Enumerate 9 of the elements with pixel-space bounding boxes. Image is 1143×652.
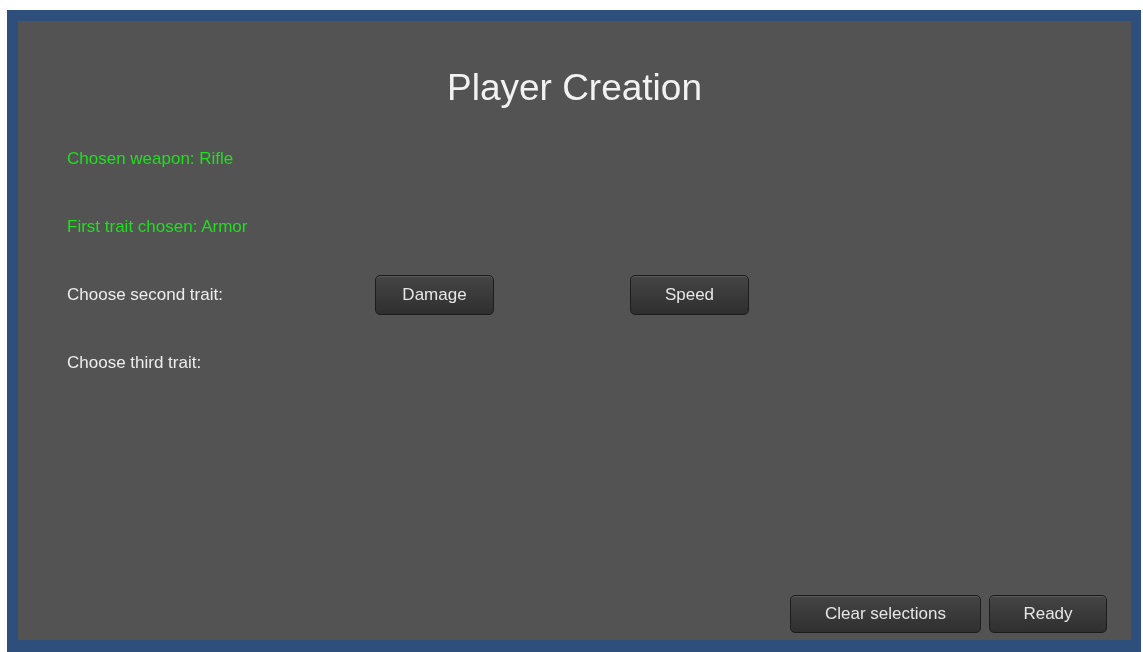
status-text: First trait chosen: Armor xyxy=(67,216,248,239)
prompt-label: Choose second trait: xyxy=(67,284,224,307)
prompt-label: Choose third trait: xyxy=(67,352,203,375)
screen-title: Player Creation xyxy=(447,66,702,110)
status-text: Chosen weapon: Rifle xyxy=(67,148,234,171)
trait-button[interactable]: Speed xyxy=(630,275,749,315)
trait-button[interactable]: Damage xyxy=(375,275,494,315)
clear-selections-button[interactable]: Clear selections xyxy=(790,595,981,633)
ready-button[interactable]: Ready xyxy=(989,595,1107,633)
